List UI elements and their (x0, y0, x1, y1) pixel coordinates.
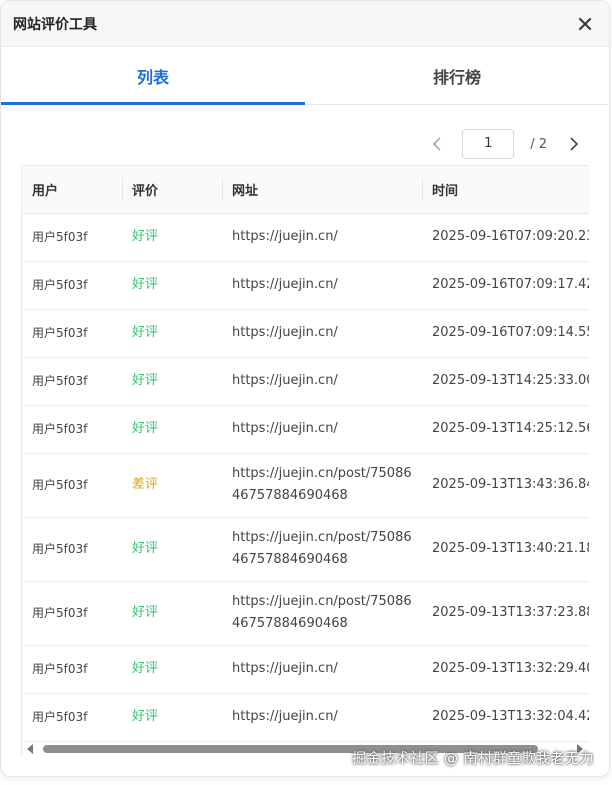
table-row: 用户5f03f 好评 https://juejin.cn/ 2025-09-16… (22, 309, 589, 358)
cell-rating: 好评 (122, 405, 222, 454)
column-header-time: 时间 (422, 166, 589, 214)
pagination: 1 / 2 (426, 129, 585, 159)
cell-url: https://juejin.cn/ (222, 309, 422, 358)
tab-list[interactable]: 列表 (1, 47, 305, 105)
cell-time: 2025-09-13T13:37:23.880Z (422, 581, 589, 646)
cell-url: https://juejin.cn/ (222, 213, 422, 262)
cell-user: 用户5f03f (22, 405, 122, 454)
table-row: 用户5f03f 差评 https://juejin.cn/post/750864… (22, 453, 589, 518)
column-header-user: 用户 (22, 166, 122, 214)
table-header-row: 用户 评价 网址 时间 (22, 166, 589, 214)
tab-bar: 列表 排行榜 (1, 47, 609, 105)
cell-time: 2025-09-13T13:32:04.421Z (422, 693, 589, 742)
chevron-right-icon[interactable] (563, 129, 585, 159)
table-row: 用户5f03f 好评 https://juejin.cn/ 2025-09-13… (22, 693, 589, 742)
cell-time: 2025-09-13T13:43:36.845Z (422, 453, 589, 518)
cell-rating: 好评 (122, 261, 222, 310)
cell-rating: 差评 (122, 453, 222, 518)
page-total: / 2 (530, 136, 547, 152)
table-row: 用户5f03f 好评 https://juejin.cn/ 2025-09-13… (22, 405, 589, 454)
table-row: 用户5f03f 好评 https://juejin.cn/ 2025-09-16… (22, 261, 589, 310)
cell-time: 2025-09-13T14:25:33.001Z (422, 357, 589, 406)
cell-time: 2025-09-16T07:09:20.233Z (422, 213, 589, 262)
cell-user: 用户5f03f (22, 581, 122, 646)
cell-url: https://juejin.cn/ (222, 261, 422, 310)
cell-url: https://juejin.cn/ (222, 405, 422, 454)
table-row: 用户5f03f 好评 https://juejin.cn/post/750864… (22, 581, 589, 646)
column-header-rating: 评价 (122, 166, 222, 214)
table-row: 用户5f03f 好评 https://juejin.cn/ 2025-09-13… (22, 645, 589, 694)
table-row: 用户5f03f 好评 https://juejin.cn/post/750864… (22, 517, 589, 582)
cell-rating: 好评 (122, 645, 222, 694)
cell-time: 2025-09-16T07:09:17.429Z (422, 261, 589, 310)
cell-user: 用户5f03f (22, 213, 122, 262)
tab-ranking-label: 排行榜 (432, 67, 481, 87)
dialog-title: 网站评价工具 (13, 16, 97, 33)
scroll-left-arrow-icon[interactable] (27, 744, 33, 754)
cell-url: https://juejin.cn/post/75086467578846904… (222, 581, 422, 646)
cell-user: 用户5f03f (22, 453, 122, 518)
evaluation-dialog: 网站评价工具 列表 排行榜 1 / 2 用户 评价 网址 时间 用户5f03f … (0, 0, 610, 777)
cell-rating: 好评 (122, 693, 222, 742)
cell-user: 用户5f03f (22, 261, 122, 310)
cell-user: 用户5f03f (22, 645, 122, 694)
cell-url: https://juejin.cn/ (222, 645, 422, 694)
cell-user: 用户5f03f (22, 309, 122, 358)
cell-time: 2025-09-16T07:09:14.552Z (422, 309, 589, 358)
cell-rating: 好评 (122, 517, 222, 582)
tab-list-label: 列表 (136, 67, 169, 87)
dialog-header: 网站评价工具 (1, 1, 609, 47)
cell-url: https://juejin.cn/post/75086467578846904… (222, 453, 422, 518)
tab-ranking[interactable]: 排行榜 (305, 47, 609, 104)
cell-time: 2025-09-13T13:40:21.187Z (422, 517, 589, 582)
cell-rating: 好评 (122, 357, 222, 406)
cell-rating: 好评 (122, 309, 222, 358)
table-row: 用户5f03f 好评 https://juejin.cn/ 2025-09-16… (22, 213, 589, 262)
cell-url: https://juejin.cn/ (222, 357, 422, 406)
cell-user: 用户5f03f (22, 693, 122, 742)
cell-rating: 好评 (122, 581, 222, 646)
cell-url: https://juejin.cn/ (222, 693, 422, 742)
table-row: 用户5f03f 好评 https://juejin.cn/ 2025-09-13… (22, 357, 589, 406)
chevron-left-icon[interactable] (426, 129, 448, 159)
records-table[interactable]: 用户 评价 网址 时间 用户5f03f 好评 https://juejin.cn… (21, 165, 589, 755)
cell-time: 2025-09-13T13:32:29.405Z (422, 645, 589, 694)
cell-rating: 好评 (122, 213, 222, 262)
page-number-input[interactable]: 1 (462, 129, 515, 159)
cell-user: 用户5f03f (22, 357, 122, 406)
watermark: 掘金技术社区 @ 南村群童欺我老无力 (352, 751, 594, 767)
cell-user: 用户5f03f (22, 517, 122, 582)
close-icon[interactable] (575, 14, 595, 34)
cell-url: https://juejin.cn/post/75086467578846904… (222, 517, 422, 582)
column-header-url: 网址 (222, 166, 422, 214)
cell-time: 2025-09-13T14:25:12.562Z (422, 405, 589, 454)
